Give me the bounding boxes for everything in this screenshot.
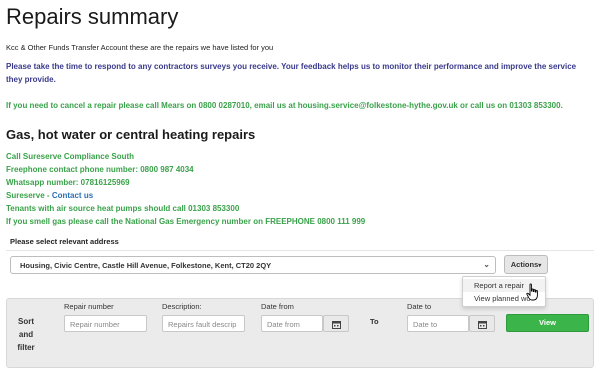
date-from-calendar-button[interactable] xyxy=(323,315,349,332)
divider xyxy=(6,250,594,251)
date-from-label: Date from xyxy=(261,302,294,311)
sureserve-prefix: Sureserve - xyxy=(6,191,52,200)
account-line: Kcc & Other Funds Transfer Account these… xyxy=(6,43,274,52)
repair-number-label: Repair number xyxy=(64,302,114,311)
address-selected-value: Housing, Civic Centre, Castle Hill Avenu… xyxy=(20,261,272,270)
chevron-down-icon: ⌄ xyxy=(483,260,490,269)
repair-number-input[interactable]: Repair number xyxy=(64,315,147,332)
calendar-icon xyxy=(478,321,487,329)
heat-pumps-line: Tenants with air source heat pumps shoul… xyxy=(6,204,240,213)
date-to-input[interactable]: Date to xyxy=(407,315,469,332)
contact-us-link[interactable]: Contact us xyxy=(52,191,93,200)
view-button[interactable]: View xyxy=(506,314,589,332)
address-label: Please select relevant address xyxy=(10,237,119,246)
gas-contact-block: Call Sureserve Compliance South Freephon… xyxy=(6,150,365,228)
freephone-line: Freephone contact phone number: 0800 987… xyxy=(6,165,194,174)
sureserve-contact-line: Sureserve - Contact us xyxy=(6,189,365,202)
hand-pointer-cursor-icon xyxy=(526,283,538,301)
description-label: Description: xyxy=(162,302,202,311)
cancel-notice: If you need to cancel a repair please ca… xyxy=(6,101,563,110)
to-label: To xyxy=(370,317,379,326)
address-select[interactable]: Housing, Civic Centre, Castle Hill Avenu… xyxy=(10,256,496,274)
page-title: Repairs summary xyxy=(6,4,179,29)
filter-panel: Sort and filter Repair number Repair num… xyxy=(6,298,594,368)
calendar-icon xyxy=(332,321,341,329)
sort-and-filter-label: Sort and filter xyxy=(17,317,35,352)
actions-button[interactable]: Actions▾ xyxy=(504,255,548,274)
caret-down-icon: ▾ xyxy=(538,263,542,269)
sureserve-call-line: Call Sureserve Compliance South xyxy=(6,152,135,161)
whatsapp-line: Whatsapp number: 07816125969 xyxy=(6,178,130,187)
description-input[interactable]: Repairs fault descrip xyxy=(162,315,245,332)
gas-section-heading: Gas, hot water or central heating repair… xyxy=(6,127,256,142)
date-to-label: Date to xyxy=(407,302,432,311)
smell-gas-line: If you smell gas please call the Nationa… xyxy=(6,217,366,226)
actions-label: Actions xyxy=(510,260,539,269)
date-from-input[interactable]: Date from xyxy=(261,315,323,332)
feedback-notice: Please take the time to respond to any c… xyxy=(6,62,577,84)
date-to-calendar-button[interactable] xyxy=(469,315,495,332)
